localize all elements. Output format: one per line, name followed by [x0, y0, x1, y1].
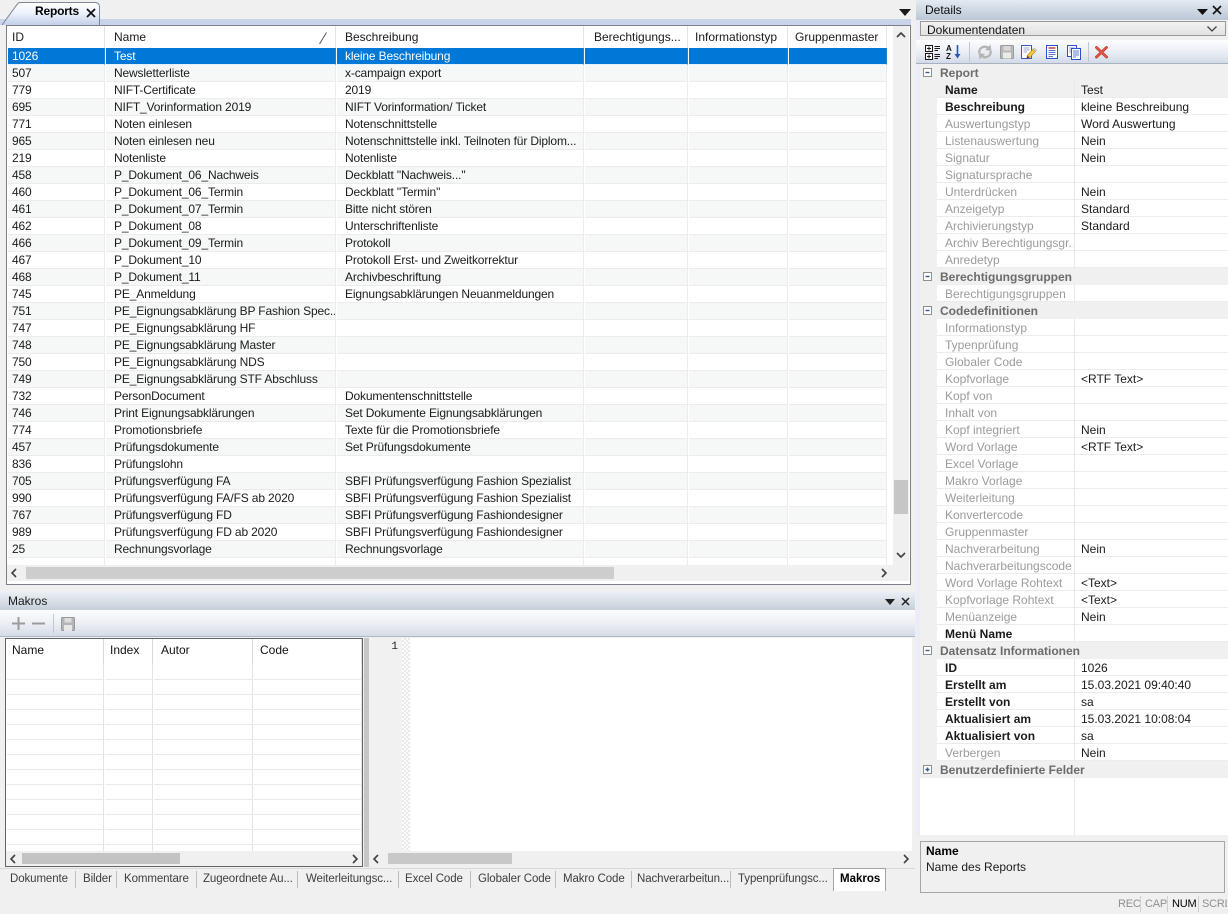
svg-text:Z: Z: [946, 52, 951, 60]
